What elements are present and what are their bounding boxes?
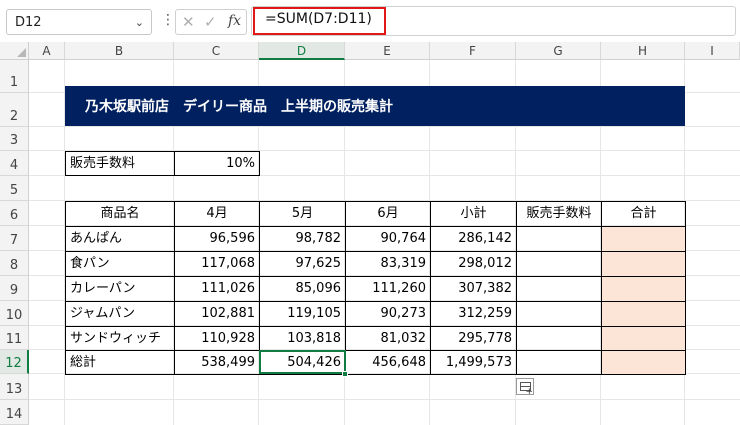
product-name-cell[interactable]: あんぱん	[65, 226, 175, 252]
active-cell-selection	[259, 350, 346, 374]
sheet-title: 乃木坂駅前店 デイリー商品 上半期の販売集計	[85, 99, 393, 115]
column-header-c[interactable]: C	[174, 42, 259, 60]
value-cell-subtotal[interactable]: 298,012	[430, 251, 517, 277]
name-box[interactable]: D12 ⌄	[6, 9, 152, 35]
column-header-i[interactable]: I	[685, 42, 740, 60]
column-header-a[interactable]: A	[29, 42, 65, 60]
fill-handle[interactable]	[342, 371, 348, 377]
row-header-14[interactable]: 14	[0, 400, 29, 425]
value-cell-total[interactable]	[601, 251, 686, 277]
column-header-h[interactable]: H	[601, 42, 685, 60]
row-header-1[interactable]: 1	[0, 60, 29, 93]
enter-icon[interactable]: ✓	[204, 13, 217, 31]
sheet-title-bar: 乃木坂駅前店 デイリー商品 上半期の販売集計	[65, 86, 685, 126]
row-header-8[interactable]: 8	[0, 251, 29, 276]
formula-bar: D12 ⌄ ⋮ ✕ ✓ fx =SUM(D7:D11)	[0, 0, 740, 42]
row-header-6[interactable]: 6	[0, 201, 29, 226]
product-name-cell[interactable]: 食パン	[65, 251, 175, 277]
value-cell-subtotal[interactable]: 1,499,573	[430, 350, 517, 375]
gridline-horizontal	[29, 126, 740, 127]
value-cell-apr[interactable]: 110,928	[174, 326, 260, 351]
row-header-5[interactable]: 5	[0, 176, 29, 201]
value-cell-may[interactable]: 97,625	[259, 251, 346, 277]
row-header-9[interactable]: 9	[0, 276, 29, 301]
row-header-10[interactable]: 10	[0, 301, 29, 326]
value-cell-fee[interactable]	[516, 350, 602, 375]
value-cell-subtotal[interactable]: 295,778	[430, 326, 517, 351]
product-name-cell[interactable]: カレーパン	[65, 276, 175, 302]
column-header-g[interactable]: G	[516, 42, 601, 60]
table-header-cell[interactable]: 販売手数料	[516, 201, 602, 227]
row-header-12[interactable]: 12	[0, 350, 29, 374]
insert-function-icon[interactable]: fx	[228, 13, 241, 29]
product-name-cell[interactable]: 総計	[65, 350, 175, 375]
more-options-icon[interactable]: ⋮	[161, 11, 175, 29]
value-cell-jun[interactable]: 111,260	[345, 276, 431, 302]
value-cell-apr[interactable]: 102,881	[174, 301, 260, 327]
cancel-icon[interactable]: ✕	[182, 13, 195, 31]
fee-value-cell[interactable]: 10%	[174, 151, 260, 176]
value-cell-apr[interactable]: 96,596	[174, 226, 260, 252]
row-header-3[interactable]: 3	[0, 127, 29, 151]
value-cell-apr[interactable]: 117,068	[174, 251, 260, 277]
value-cell-jun[interactable]: 81,032	[345, 326, 431, 351]
name-box-value: D12	[15, 15, 42, 30]
value-cell-may[interactable]: 103,818	[259, 326, 346, 351]
row-header-4[interactable]: 4	[0, 151, 29, 176]
formula-text[interactable]: =SUM(D7:D11)	[265, 11, 372, 27]
fee-label-cell[interactable]: 販売手数料	[65, 151, 175, 176]
value-cell-fee[interactable]	[516, 301, 602, 327]
value-cell-subtotal[interactable]: 312,259	[430, 301, 517, 327]
table-header-cell[interactable]: 5月	[259, 201, 346, 227]
value-cell-total[interactable]	[601, 276, 686, 302]
value-cell-may[interactable]: 98,782	[259, 226, 346, 252]
chevron-down-icon[interactable]: ⌄	[135, 16, 144, 29]
formula-buttons: ✕ ✓ fx	[175, 9, 247, 35]
value-cell-may[interactable]: 85,096	[259, 276, 346, 302]
row-header-7[interactable]: 7	[0, 226, 29, 251]
row-header-11[interactable]: 11	[0, 326, 29, 350]
row-header-13[interactable]: 13	[0, 374, 29, 400]
value-cell-jun[interactable]: 456,648	[345, 350, 431, 375]
row-header-2[interactable]: 2	[0, 93, 29, 127]
value-cell-jun[interactable]: 90,273	[345, 301, 431, 327]
table-header-cell[interactable]: 小計	[430, 201, 517, 227]
value-cell-fee[interactable]	[516, 251, 602, 277]
value-cell-jun[interactable]: 90,764	[345, 226, 431, 252]
value-cell-total[interactable]	[601, 301, 686, 327]
value-cell-apr[interactable]: 111,026	[174, 276, 260, 302]
column-header-b[interactable]: B	[65, 42, 174, 60]
table-header-cell[interactable]: 6月	[345, 201, 431, 227]
value-cell-subtotal[interactable]: 307,382	[430, 276, 517, 302]
value-cell-may[interactable]: 119,105	[259, 301, 346, 327]
value-cell-apr[interactable]: 538,499	[174, 350, 260, 375]
value-cell-total[interactable]	[601, 226, 686, 252]
table-header-cell[interactable]: 商品名	[65, 201, 175, 227]
value-cell-fee[interactable]	[516, 326, 602, 351]
column-header-e[interactable]: E	[345, 42, 430, 60]
value-cell-jun[interactable]: 83,319	[345, 251, 431, 277]
table-header-cell[interactable]: 合計	[601, 201, 686, 227]
table-header-cell[interactable]: 4月	[174, 201, 260, 227]
value-cell-total[interactable]	[601, 326, 686, 351]
value-cell-fee[interactable]	[516, 276, 602, 302]
value-cell-fee[interactable]	[516, 226, 602, 252]
column-header-f[interactable]: F	[430, 42, 516, 60]
value-cell-total[interactable]	[601, 350, 686, 375]
quick-analysis-icon[interactable]	[516, 378, 534, 397]
product-name-cell[interactable]: サンドウィッチ	[65, 326, 175, 351]
column-header-d[interactable]: D	[259, 42, 345, 60]
product-name-cell[interactable]: ジャムパン	[65, 301, 175, 327]
gridline-horizontal	[29, 399, 740, 400]
value-cell-subtotal[interactable]: 286,142	[430, 226, 517, 252]
select-all-corner[interactable]	[0, 42, 29, 60]
